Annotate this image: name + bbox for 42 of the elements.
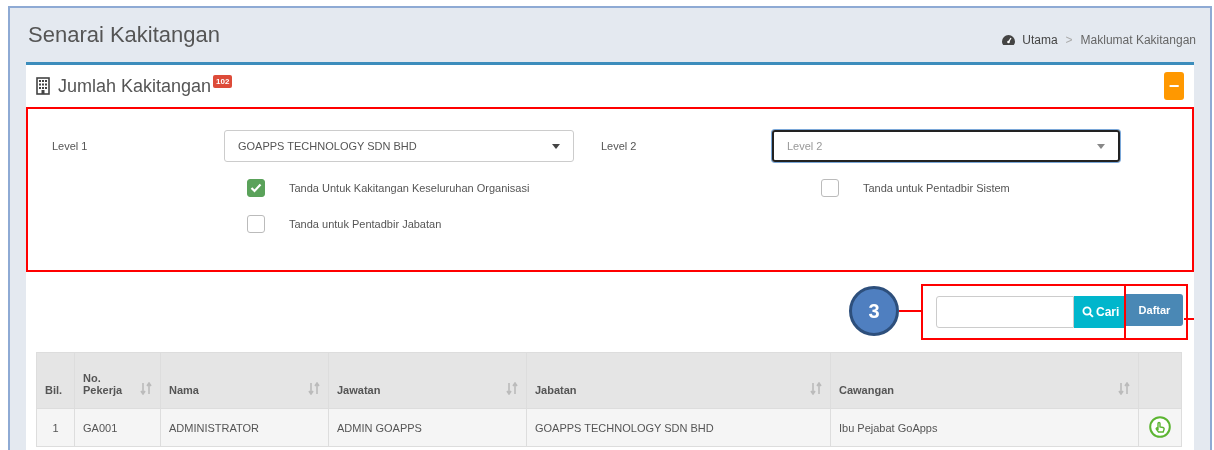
checkbox[interactable]	[247, 179, 265, 197]
table-cell: 1	[36, 408, 75, 447]
column-header[interactable]: Cawangan	[830, 352, 1139, 409]
breadcrumb-home-link[interactable]: Utama	[1022, 33, 1058, 47]
search-field[interactable]	[936, 296, 1074, 328]
page-title: Senarai Kakitangan	[28, 22, 221, 48]
dashboard-icon	[1001, 34, 1017, 46]
checkbox-label: Tanda untuk Pentadbir Sistem	[863, 182, 1010, 194]
table-cell: ADMINISTRATOR	[160, 408, 329, 447]
column-header[interactable]: Nama	[160, 352, 329, 409]
count-badge: 102	[213, 74, 233, 88]
table-cell: GA001	[74, 408, 161, 447]
sort-icon	[506, 382, 518, 395]
column-header[interactable]: Bil.	[36, 352, 75, 409]
caret-icon	[1097, 143, 1105, 149]
breadcrumb-separator: >	[1065, 33, 1073, 47]
field-label: Level 2	[601, 140, 638, 152]
sort-icon	[308, 382, 320, 395]
caret-icon	[552, 143, 560, 149]
level-2-dropdown[interactable]: Level 2	[772, 130, 1120, 162]
register-button[interactable]: Daftar	[1126, 294, 1183, 326]
sort-icon	[810, 382, 822, 395]
level-1-dropdown[interactable]: GOAPPS TECHNOLOGY SDN BHD	[224, 130, 574, 162]
checkbox-label: Tanda untuk Pentadbir Jabatan	[289, 218, 442, 230]
sort-icon	[1118, 382, 1130, 395]
column-header[interactable]: No. Pekerja	[74, 352, 161, 409]
sort-icon	[140, 382, 152, 395]
panel-title: Jumlah Kakitangan	[58, 75, 212, 97]
column-header[interactable]: Jawatan	[328, 352, 527, 409]
checkbox[interactable]	[821, 179, 839, 197]
table-cell: GOAPPS TECHNOLOGY SDN BHD	[526, 408, 831, 447]
checkbox-label: Tanda Untuk Kakitangan Keseluruhan Organisasi	[289, 182, 530, 194]
search-icon	[1082, 306, 1094, 318]
table-cell: Ibu Pejabat GoApps	[830, 408, 1139, 447]
column-header[interactable]: Jabatan	[526, 352, 831, 409]
pointing-hand-icon[interactable]	[1149, 415, 1171, 438]
breadcrumb-current: Maklumat Kakitangan	[1080, 33, 1196, 47]
checkbox[interactable]	[247, 215, 265, 233]
building-icon	[36, 77, 50, 95]
table-cell: ADMIN GOAPPS	[328, 408, 527, 447]
step-number-callout: 3	[849, 286, 899, 336]
field-label: Level 1	[52, 140, 89, 152]
